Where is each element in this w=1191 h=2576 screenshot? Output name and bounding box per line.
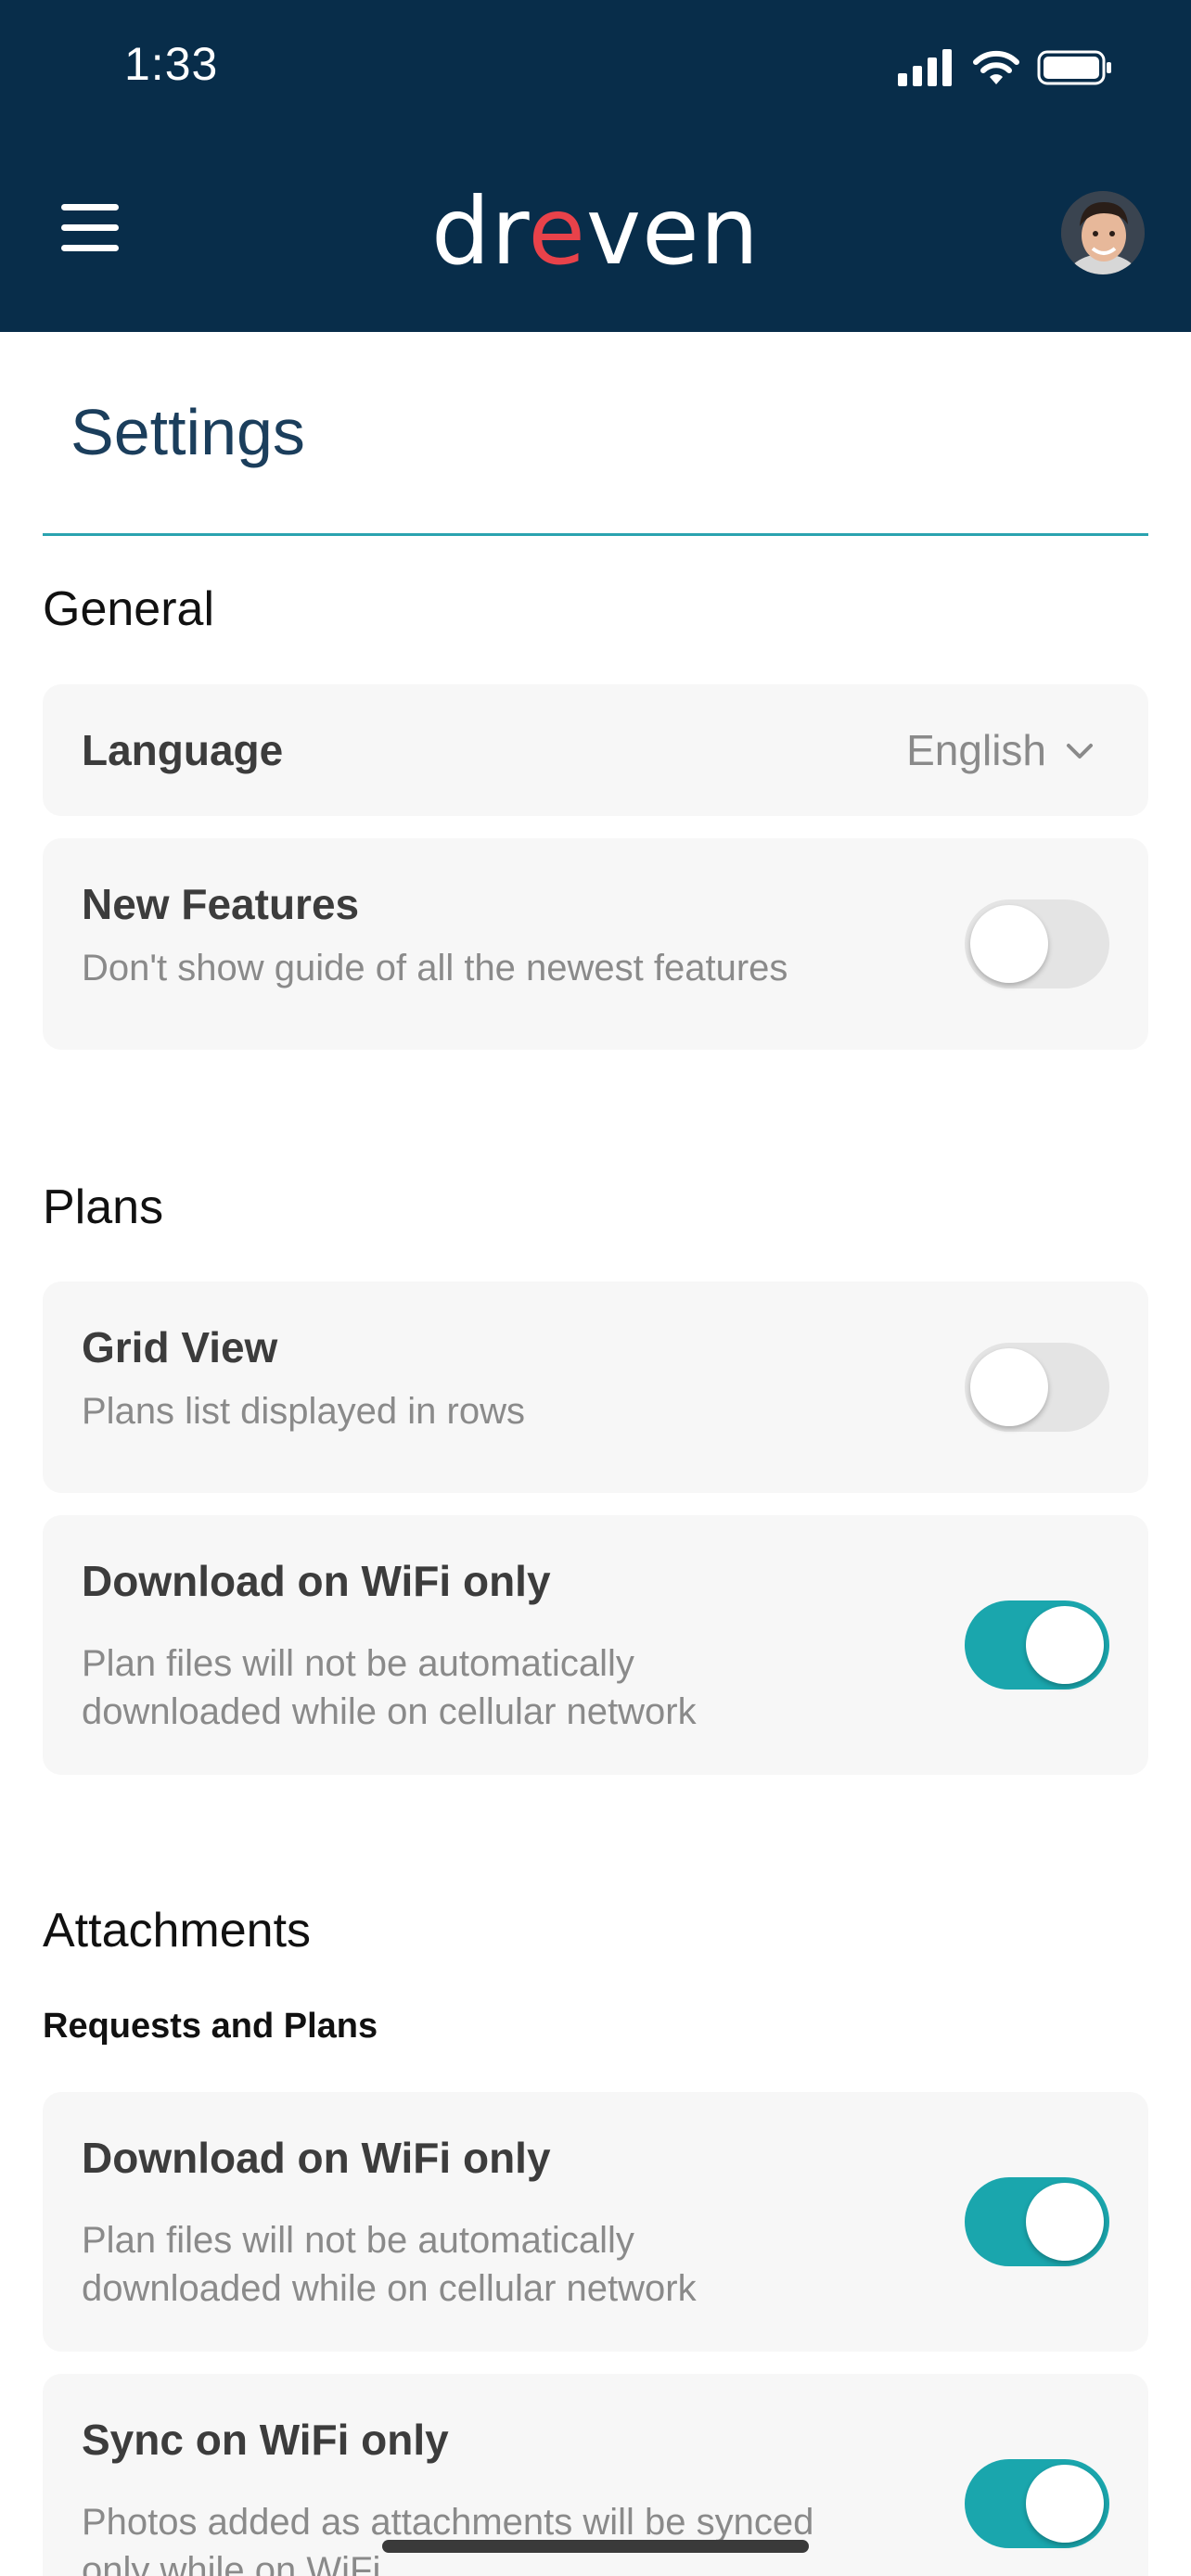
attachments-download-wifi-setting: Download on WiFi only Plan files will no… — [43, 2092, 1148, 2352]
user-avatar[interactable] — [1061, 191, 1145, 274]
logo-text-start: dr — [430, 177, 529, 286]
section-heading-attachments: Attachments — [43, 1904, 312, 1958]
app-header: 1:33 dreven — [0, 0, 1191, 332]
avatar-photo-icon — [1061, 191, 1145, 274]
subheading-requests-plans: Requests and Plans — [43, 2007, 378, 2046]
wifi-icon — [973, 50, 1019, 84]
toggle-knob — [970, 905, 1048, 983]
toggle-knob — [1026, 2465, 1104, 2543]
attachments-download-wifi-label: Download on WiFi only — [82, 2134, 551, 2182]
new-features-label: New Features — [82, 880, 360, 928]
new-features-description: Don't show guide of all the newest featu… — [82, 948, 788, 988]
toggle-knob — [1026, 1606, 1104, 1684]
cellular-signal-icon — [898, 49, 952, 86]
status-time: 1:33 — [124, 38, 219, 90]
sync-wifi-toggle[interactable] — [965, 2459, 1109, 2548]
new-features-setting: New Features Don't show guide of all the… — [43, 838, 1148, 1050]
toggle-knob — [1026, 2183, 1104, 2261]
section-heading-general: General — [43, 582, 214, 636]
grid-view-toggle[interactable] — [965, 1343, 1109, 1432]
sync-wifi-label: Sync on WiFi only — [82, 2416, 449, 2464]
logo-text-end: ven — [585, 177, 761, 286]
plans-download-wifi-setting: Download on WiFi only Plan files will no… — [43, 1515, 1148, 1775]
page-title: Settings — [70, 396, 305, 468]
home-indicator[interactable] — [382, 2540, 809, 2553]
grid-view-description: Plans list displayed in rows — [82, 1391, 525, 1432]
attachments-download-wifi-description-2: downloaded while on cellular network — [82, 2268, 697, 2309]
new-features-toggle[interactable] — [965, 899, 1109, 988]
plans-download-wifi-description-2: downloaded while on cellular network — [82, 1691, 697, 1732]
toggle-knob — [970, 1348, 1048, 1426]
plans-download-wifi-description-1: Plan files will not be automatically — [82, 1643, 634, 1684]
plans-download-wifi-toggle[interactable] — [965, 1600, 1109, 1690]
attachments-download-wifi-description-1: Plan files will not be automatically — [82, 2220, 634, 2261]
title-divider — [43, 533, 1148, 536]
battery-icon — [1037, 50, 1111, 85]
language-value[interactable]: English — [906, 725, 1046, 775]
attachments-download-wifi-toggle[interactable] — [965, 2177, 1109, 2266]
chevron-down-icon[interactable] — [1063, 734, 1096, 768]
grid-view-setting: Grid View Plans list displayed in rows — [43, 1282, 1148, 1493]
language-setting[interactable]: Language English — [43, 684, 1148, 816]
logo-accent: e — [528, 177, 586, 286]
status-icons — [898, 45, 1113, 91]
grid-view-label: Grid View — [82, 1323, 278, 1371]
plans-download-wifi-label: Download on WiFi only — [82, 1557, 551, 1605]
section-heading-plans: Plans — [43, 1180, 164, 1234]
app-logo: dreven — [0, 176, 1191, 287]
language-label: Language — [82, 726, 284, 774]
